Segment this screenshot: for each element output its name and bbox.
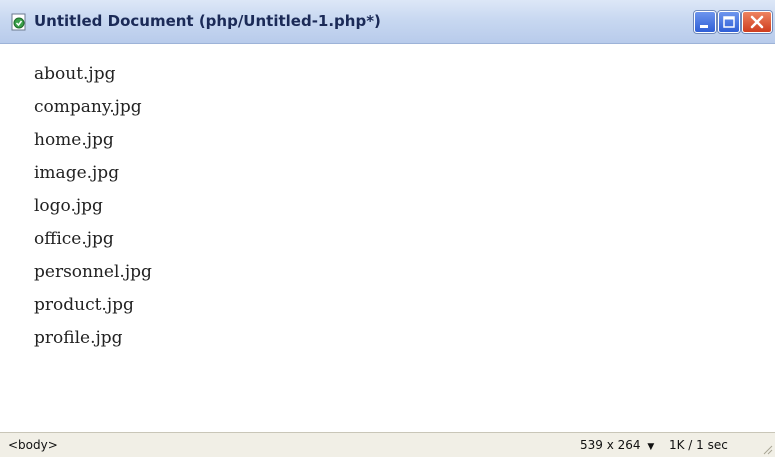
list-item: personnel.jpg [34, 262, 152, 282]
document-icon [10, 13, 28, 31]
list-item: company.jpg [34, 97, 142, 117]
tag-selector-body[interactable]: <body> [8, 438, 58, 452]
list-item: product.jpg [34, 295, 134, 315]
status-info: 539 x 264 ▼ 1K / 1 sec [580, 438, 728, 452]
list-item: office.jpg [34, 229, 114, 249]
chevron-down-icon: ▼ [647, 442, 655, 452]
list-item: home.jpg [34, 130, 114, 150]
list-item: image.jpg [34, 163, 120, 183]
title-bar[interactable]: Untitled Document (php/Untitled-1.php*) [0, 0, 775, 44]
list-item: logo.jpg [34, 196, 103, 216]
window-size-label: 539 x 264 [580, 438, 641, 452]
document-window: Untitled Document (php/Untitled-1.php*) [0, 0, 775, 457]
document-content[interactable]: about.jpg company.jpg home.jpg image.jpg… [0, 44, 775, 432]
download-time: 1K / 1 sec [668, 438, 728, 452]
list-item: profile.jpg [34, 328, 123, 348]
resize-grip-icon[interactable] [761, 443, 773, 455]
window-title: Untitled Document (php/Untitled-1.php*) [34, 12, 381, 30]
file-list: about.jpg company.jpg home.jpg image.jpg… [34, 58, 152, 355]
maximize-button[interactable] [718, 11, 740, 33]
minimize-button[interactable] [694, 11, 716, 33]
window-size-selector[interactable]: 539 x 264 ▼ [580, 438, 661, 452]
close-button[interactable] [742, 11, 772, 33]
list-item: about.jpg [34, 64, 116, 84]
status-bar: <body> 539 x 264 ▼ 1K / 1 sec [0, 432, 775, 457]
